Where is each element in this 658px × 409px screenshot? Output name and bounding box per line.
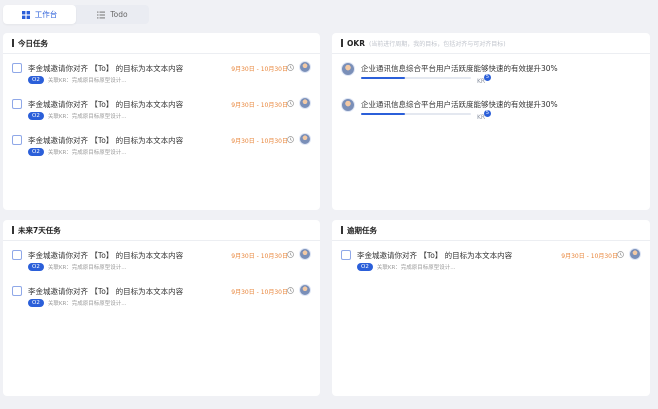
avatar (299, 61, 311, 73)
avatar (629, 248, 641, 260)
task-title[interactable]: 李金城邀请你对齐 【To】 的目标为本文本内容 (28, 99, 183, 110)
grid-icon (21, 10, 30, 19)
avatar (299, 248, 311, 260)
task-title[interactable]: 李金城邀请你对齐 【To】 的目标为本文本内容 (28, 63, 183, 74)
task-date: 9月30日 - 10月30日 (231, 289, 288, 296)
avatar (341, 98, 355, 112)
clock-icon (287, 64, 294, 71)
task-date: 9月30日 - 10月30日 (231, 253, 288, 260)
list-icon (97, 11, 106, 18)
clock-icon (617, 251, 624, 258)
okr-item[interactable]: 企业通讯信息综合平台用户活跃度能够快速的有效提升30% KR 5 (341, 61, 641, 89)
related-kr: 关联KR：完成原目标原型设计... (47, 150, 127, 156)
kr-count-badge: 5 (484, 110, 491, 117)
task-checkbox[interactable] (341, 250, 351, 260)
tab-todo-label: Todo (110, 10, 128, 19)
progress-bar (361, 77, 471, 79)
clock-icon (287, 251, 294, 258)
task-title[interactable]: 李金城邀请你对齐 【To】 的目标为本文本内容 (28, 250, 183, 261)
task-date: 9月30日 - 10月30日 (231, 102, 288, 109)
task-item[interactable]: 李金城邀请你对齐 【To】 的目标为本文本内容 O2 关联KR：完成原目标原型设计… (12, 284, 311, 310)
task-checkbox[interactable] (12, 99, 22, 109)
related-kr: 关联KR：完成原目标原型设计... (47, 114, 127, 120)
card-hint: (当前进行周期，我的目标，包括对齐与可对齐目标) (368, 40, 506, 48)
today-tasks-card: 今日任务 李金城邀请你对齐 【To】 的目标为本文本内容 O2 关联KR：完成原目… (3, 33, 320, 210)
related-kr: 关联KR：完成原目标原型设计... (47, 78, 127, 84)
task-checkbox[interactable] (12, 286, 22, 296)
task-title[interactable]: 李金城邀请你对齐 【To】 的目标为本文本内容 (28, 286, 183, 297)
card-header: OKR (当前进行周期，我的目标，包括对齐与可对齐目标) (332, 33, 650, 54)
task-title[interactable]: 李金城邀请你对齐 【To】 的目标为本文本内容 (357, 250, 512, 261)
task-date: 9月30日 - 10月30日 (231, 138, 288, 145)
card-title: 逾期任务 (347, 225, 377, 235)
task-checkbox[interactable] (12, 250, 22, 260)
related-kr: 关联KR：完成原目标原型设计... (47, 301, 127, 307)
clock-icon (287, 136, 294, 143)
progress-bar (361, 113, 471, 115)
task-item[interactable]: 李金城邀请你对齐 【To】 的目标为本文本内容 O2 关联KR：完成原目标原型设计… (12, 248, 311, 274)
tab-workbench[interactable]: 工作台 (3, 5, 76, 24)
view-tabs: 工作台 Todo (3, 5, 149, 24)
objective-badge: O2 (28, 76, 44, 84)
task-item[interactable]: 李金城邀请你对齐 【To】 的目标为本文本内容 O2 关联KR：完成原目标原型设计… (12, 133, 311, 159)
card-title: 未来7天任务 (18, 225, 61, 235)
related-kr: 关联KR：完成原目标原型设计... (376, 265, 456, 271)
objective-badge: O2 (28, 148, 44, 156)
avatar (341, 62, 355, 76)
tab-workbench-label: 工作台 (34, 10, 58, 19)
card-title: OKR (347, 38, 365, 48)
objective-badge: O2 (28, 263, 44, 271)
avatar (299, 97, 311, 109)
tab-todo[interactable]: Todo (76, 5, 149, 24)
objective-badge: O2 (28, 112, 44, 120)
overdue-tasks-card: 逾期任务 李金城邀请你对齐 【To】 的目标为本文本内容 O2 关联KR：完成原目… (332, 220, 650, 396)
objective-title[interactable]: 企业通讯信息综合平台用户活跃度能够快速的有效提升30% (361, 63, 558, 74)
okr-card: OKR (当前进行周期，我的目标，包括对齐与可对齐目标) 企业通讯信息综合平台用… (332, 33, 650, 210)
task-date: 9月30日 - 10月30日 (561, 253, 618, 260)
task-item[interactable]: 李金城邀请你对齐 【To】 的目标为本文本内容 O2 关联KR：完成原目标原型设计… (12, 97, 311, 123)
card-title: 今日任务 (18, 38, 48, 48)
task-title[interactable]: 李金城邀请你对齐 【To】 的目标为本文本内容 (28, 135, 183, 146)
clock-icon (287, 287, 294, 294)
okr-item[interactable]: 企业通讯信息综合平台用户活跃度能够快速的有效提升30% KR 5 (341, 97, 641, 125)
task-date: 9月30日 - 10月30日 (231, 66, 288, 73)
task-item[interactable]: 李金城邀请你对齐 【To】 的目标为本文本内容 O2 关联KR：完成原目标原型设计… (341, 248, 641, 274)
card-header: 今日任务 (3, 33, 320, 54)
avatar (299, 133, 311, 145)
task-checkbox[interactable] (12, 63, 22, 73)
related-kr: 关联KR：完成原目标原型设计... (47, 265, 127, 271)
card-header: 逾期任务 (332, 220, 650, 241)
objective-title[interactable]: 企业通讯信息综合平台用户活跃度能够快速的有效提升30% (361, 99, 558, 110)
task-item[interactable]: 李金城邀请你对齐 【To】 的目标为本文本内容 O2 关联KR：完成原目标原型设计… (12, 61, 311, 87)
week-tasks-card: 未来7天任务 李金城邀请你对齐 【To】 的目标为本文本内容 O2 关联KR：完成… (3, 220, 320, 396)
objective-badge: O2 (357, 263, 373, 271)
objective-badge: O2 (28, 299, 44, 307)
clock-icon (287, 100, 294, 107)
card-header: 未来7天任务 (3, 220, 320, 241)
task-checkbox[interactable] (12, 135, 22, 145)
kr-count-badge: 5 (484, 74, 491, 81)
avatar (299, 284, 311, 296)
